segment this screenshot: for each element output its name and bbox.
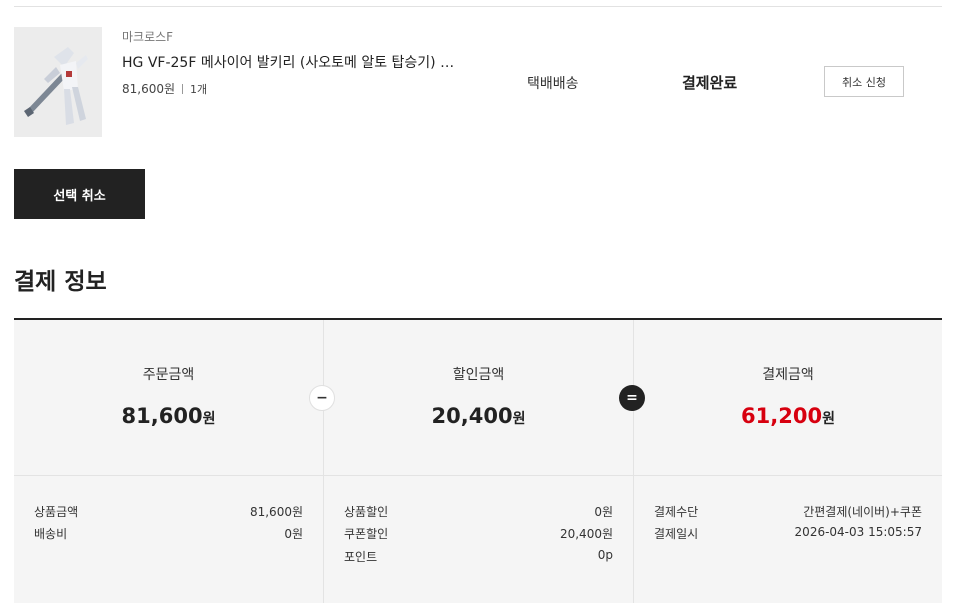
payment-amount-unit: 원 xyxy=(822,411,835,427)
detail-row: 결제일시 2026-04-03 15:05:57 xyxy=(654,525,922,547)
discount-amount-value: 20,400원 xyxy=(324,404,633,428)
detail-value: 20,400원 xyxy=(559,527,613,541)
minus-icon: − xyxy=(309,385,335,411)
payment-amount-value: 61,200원 xyxy=(634,404,942,428)
detail-label: 상품할인 xyxy=(344,505,389,519)
detail-label: 배송비 xyxy=(34,527,68,541)
select-cancel-button[interactable]: 선택 취소 xyxy=(14,169,145,219)
payment-amount-column: 결제금액 61,200원 결제수단 간편결제(네이버)+쿠폰 결제일시 2026… xyxy=(633,320,942,603)
discount-amount-number: 20,400 xyxy=(431,404,513,428)
order-amount-unit: 원 xyxy=(202,411,216,427)
equals-icon: = xyxy=(619,385,645,411)
payment-amount-label: 결제금액 xyxy=(762,367,814,383)
detail-value: 0원 xyxy=(594,505,613,519)
cancel-request-button[interactable]: 취소 신청 xyxy=(824,66,904,97)
detail-value: 0원 xyxy=(284,527,303,541)
discount-amount-unit: 원 xyxy=(512,411,526,427)
product-name-link[interactable]: HG VF-25F 메사이어 발키리 (사오토메 알토 탑승기) … xyxy=(122,52,454,72)
payment-info-title: 결제 정보 xyxy=(14,269,107,295)
detail-row: 쿠폰할인 20,400원 xyxy=(344,525,613,547)
detail-value: 81,600원 xyxy=(249,505,303,519)
order-status: 결제완료 xyxy=(682,74,738,92)
detail-label: 상품금액 xyxy=(34,505,79,519)
product-quantity: 1개 xyxy=(190,83,208,96)
order-product-row: 마크로스F HG VF-25F 메사이어 발키리 (사오토메 알토 탑승기) …… xyxy=(14,27,942,137)
detail-value: 2026-04-03 15:05:57 xyxy=(794,525,922,539)
payment-amount-number: 61,200 xyxy=(741,404,823,428)
product-brand: 마크로스F xyxy=(122,30,174,44)
detail-label: 결제일시 xyxy=(654,527,699,541)
order-amount-column: 주문금액 81,600원 상품금액 81,600원 배송비 0원 xyxy=(14,320,323,603)
product-thumbnail[interactable] xyxy=(14,27,102,137)
discount-amount-column: 할인금액 20,400원 상품할인 0원 쿠폰할인 20,400원 포인트 0p xyxy=(323,320,633,603)
detail-value: 간편결제(네이버)+쿠폰 xyxy=(803,505,922,519)
summary-divider xyxy=(14,475,942,476)
detail-row: 결제수단 간편결제(네이버)+쿠폰 xyxy=(654,503,922,525)
discount-amount-label: 할인금액 xyxy=(452,367,505,383)
detail-label: 결제수단 xyxy=(654,505,699,519)
product-price: 81,600원 xyxy=(122,82,176,96)
detail-row: 배송비 0원 xyxy=(34,525,303,547)
detail-row: 포인트 0p xyxy=(344,548,613,570)
shipping-method: 택배배송 xyxy=(527,76,579,92)
gundam-figure-image xyxy=(14,27,102,137)
divider-line xyxy=(14,6,942,7)
detail-row: 상품금액 81,600원 xyxy=(34,503,303,525)
detail-value: 0p xyxy=(597,548,613,562)
detail-row: 상품할인 0원 xyxy=(344,503,613,525)
order-amount-label: 주문금액 xyxy=(142,367,195,383)
order-amount-number: 81,600 xyxy=(121,404,203,428)
detail-label: 쿠폰할인 xyxy=(344,527,389,541)
separator xyxy=(182,84,184,94)
product-price-qty: 81,600원 1개 xyxy=(122,80,207,97)
payment-summary-box: 주문금액 81,600원 상품금액 81,600원 배송비 0원 할인금액 20… xyxy=(14,318,942,603)
order-amount-value: 81,600원 xyxy=(14,404,323,428)
detail-label: 포인트 xyxy=(344,550,378,564)
